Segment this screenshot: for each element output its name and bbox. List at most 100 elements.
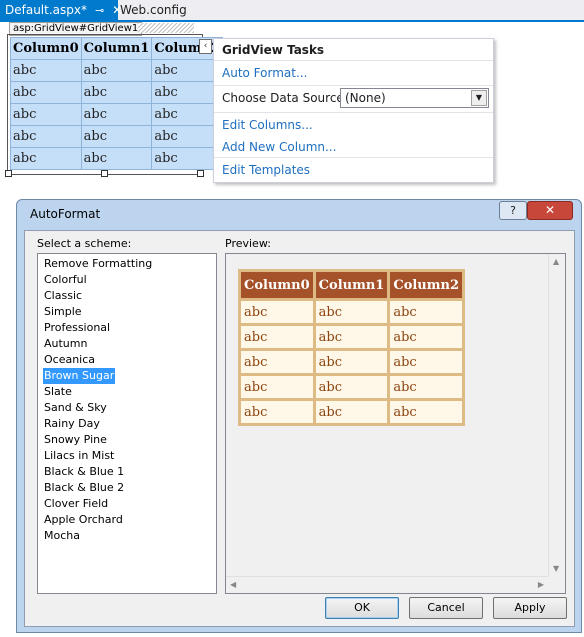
scheme-list-item[interactable]: Autumn bbox=[43, 336, 88, 352]
preview-row: abc abc abc bbox=[238, 348, 466, 376]
grid-cell: abc bbox=[80, 125, 153, 148]
preview-row: abc abc abc bbox=[238, 298, 466, 326]
preview-row: abc abc abc bbox=[238, 373, 466, 401]
preview-horizontal-scrollbar[interactable]: ◀ ▶ bbox=[226, 576, 548, 593]
scroll-down-icon[interactable]: ▼ bbox=[553, 564, 559, 573]
grid-cell: abc bbox=[151, 81, 224, 104]
preview-cell: abc bbox=[312, 348, 391, 376]
resize-handle-bottom[interactable] bbox=[101, 170, 108, 177]
grid-row: abc abc abc bbox=[10, 147, 224, 170]
scheme-list-item[interactable]: Snowy Pine bbox=[43, 432, 108, 448]
add-new-column-link[interactable]: Add New Column... bbox=[222, 140, 336, 154]
scheme-list-item[interactable]: Simple bbox=[43, 304, 83, 320]
grid-cell: abc bbox=[151, 59, 224, 82]
scheme-list-item[interactable]: Remove Formatting bbox=[43, 256, 153, 272]
grid-row: abc abc abc bbox=[10, 59, 224, 82]
scheme-list-item[interactable]: Classic bbox=[43, 288, 83, 304]
auto-format-link[interactable]: Auto Format... bbox=[222, 66, 307, 80]
resize-handle-bottom-left[interactable] bbox=[5, 170, 12, 177]
scheme-list-item[interactable]: Rainy Day bbox=[43, 416, 101, 432]
resize-handle-bottom-right[interactable] bbox=[197, 170, 204, 177]
gridview-tasks-panel: GridView Tasks Auto Format... Choose Dat… bbox=[213, 38, 494, 183]
preview-header-cell: Column2 bbox=[387, 269, 466, 301]
preview-cell: abc bbox=[238, 398, 316, 426]
preview-header-cell: Column0 bbox=[238, 269, 316, 301]
grid-header-cell: Column1 bbox=[80, 37, 153, 60]
grid-row: abc abc abc bbox=[10, 81, 224, 104]
dropdown-arrow-icon[interactable]: ▼ bbox=[471, 90, 487, 106]
preview-row: abc abc abc bbox=[238, 323, 466, 351]
preview-cell: abc bbox=[387, 373, 466, 401]
grid-row: abc abc abc bbox=[10, 125, 224, 148]
cancel-button[interactable]: Cancel bbox=[409, 597, 483, 619]
help-button[interactable]: ? bbox=[499, 201, 527, 220]
scheme-list-item[interactable]: Brown Sugar bbox=[43, 368, 116, 384]
data-source-dropdown[interactable]: (None) ▼ bbox=[340, 88, 489, 108]
apply-button[interactable]: Apply bbox=[493, 597, 567, 619]
scroll-left-icon[interactable]: ◀ bbox=[230, 580, 236, 589]
scheme-list-item[interactable]: Sand & Sky bbox=[43, 400, 108, 416]
scheme-list-item[interactable]: Black & Blue 2 bbox=[43, 480, 125, 496]
tab-label: Default.aspx* bbox=[5, 3, 87, 17]
scheme-list-item[interactable]: Slate bbox=[43, 384, 73, 400]
edit-templates-link[interactable]: Edit Templates bbox=[222, 163, 310, 177]
preview-cell: abc bbox=[238, 373, 316, 401]
grid-row: abc abc abc bbox=[10, 103, 224, 126]
grid-header-row: Column0 Column1 Column2 bbox=[10, 37, 224, 60]
scheme-list-item[interactable]: Colorful bbox=[43, 272, 88, 288]
tab-label: Web.config bbox=[120, 3, 187, 17]
preview-cell: abc bbox=[387, 348, 466, 376]
dialog-title: AutoFormat bbox=[30, 207, 101, 221]
preview-cell: abc bbox=[312, 323, 391, 351]
grid-cell: abc bbox=[80, 81, 153, 104]
grid-cell: abc bbox=[151, 147, 224, 170]
preview-cell: abc bbox=[238, 323, 316, 351]
smart-tag-collapse-button[interactable]: ‹ bbox=[199, 39, 212, 54]
pin-icon[interactable]: ⊸ bbox=[95, 4, 104, 17]
preview-label: Preview: bbox=[225, 237, 271, 250]
scheme-list-item[interactable]: Oceanica bbox=[43, 352, 96, 368]
preview-cell: abc bbox=[238, 298, 316, 326]
preview-header-row: Column0 Column1 Column2 bbox=[238, 269, 466, 301]
grid-cell: abc bbox=[80, 103, 153, 126]
scheme-list-item[interactable]: Professional bbox=[43, 320, 111, 336]
tab-default-aspx[interactable]: Default.aspx* ⊸ ✕ bbox=[0, 0, 122, 20]
grid-cell: abc bbox=[10, 81, 82, 104]
scheme-list-item[interactable]: Black & Blue 1 bbox=[43, 464, 125, 480]
scroll-right-icon[interactable]: ▶ bbox=[538, 580, 544, 589]
scheme-list-item[interactable]: Apple Orchard bbox=[43, 512, 124, 528]
divider bbox=[214, 60, 493, 61]
preview-pane: Column0 Column1 Column2 abc abc abc abc … bbox=[225, 253, 566, 594]
preview-header-cell: Column1 bbox=[312, 269, 391, 301]
gridview-control[interactable]: Column0 Column1 Column2 abc abc abc abc … bbox=[10, 37, 224, 170]
grid-cell: abc bbox=[10, 59, 82, 82]
tab-web-config[interactable]: Web.config bbox=[120, 0, 187, 20]
scheme-list-item[interactable]: Mocha bbox=[43, 528, 81, 544]
choose-data-source-label: Choose Data Source: bbox=[222, 91, 348, 105]
preview-cell: abc bbox=[387, 298, 466, 326]
ok-button[interactable]: OK bbox=[325, 597, 399, 619]
divider bbox=[214, 157, 493, 158]
control-label-hatch bbox=[138, 23, 194, 33]
preview-vertical-scrollbar[interactable]: ▲ ▼ bbox=[548, 254, 565, 576]
divider bbox=[214, 85, 493, 86]
grid-cell: abc bbox=[80, 59, 153, 82]
grid-cell: abc bbox=[10, 147, 82, 170]
preview-cell: abc bbox=[387, 323, 466, 351]
scheme-list-item[interactable]: Lilacs in Mist bbox=[43, 448, 115, 464]
preview-cell: abc bbox=[312, 398, 391, 426]
grid-cell: abc bbox=[80, 147, 153, 170]
preview-cell: abc bbox=[312, 373, 391, 401]
scheme-listbox[interactable]: Remove Formatting Colorful Classic Simple Pr… bbox=[37, 253, 217, 594]
grid-cell: abc bbox=[10, 125, 82, 148]
edit-columns-link[interactable]: Edit Columns... bbox=[222, 118, 313, 132]
scheme-list-item[interactable]: Clover Field bbox=[43, 496, 109, 512]
autoformat-dialog: AutoFormat ? ✕ Select a scheme: Preview:… bbox=[16, 199, 582, 633]
dialog-body: Select a scheme: Preview: Remove Formatt… bbox=[24, 230, 575, 627]
preview-cell: abc bbox=[238, 348, 316, 376]
close-button[interactable]: ✕ bbox=[527, 201, 573, 220]
dialog-titlebar[interactable]: AutoFormat ? ✕ bbox=[17, 200, 581, 230]
preview-cell: abc bbox=[312, 298, 391, 326]
design-surface[interactable]: asp:GridView#GridView1 Column0 Column1 C… bbox=[0, 22, 584, 197]
scroll-up-icon[interactable]: ▲ bbox=[553, 257, 559, 266]
